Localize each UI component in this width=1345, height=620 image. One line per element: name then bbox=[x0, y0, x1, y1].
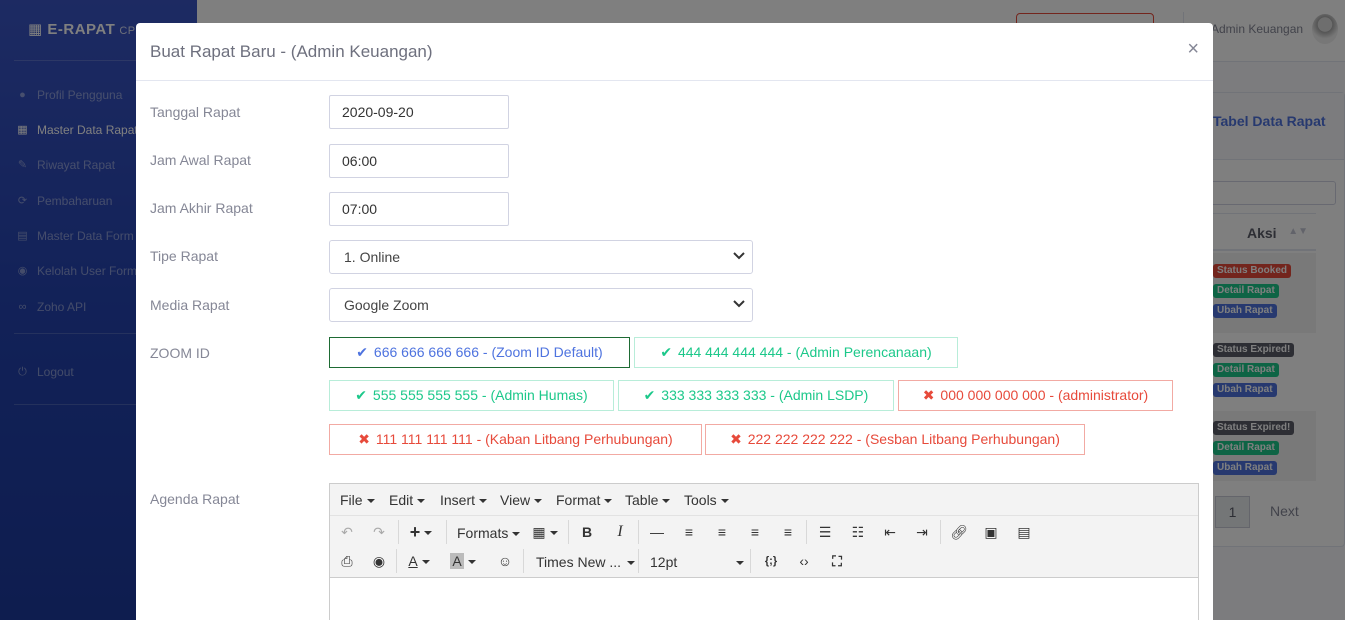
tanggal-rapat-input[interactable]: 2020-09-20 bbox=[329, 95, 509, 129]
align-right-icon[interactable]: ≡ bbox=[744, 521, 766, 543]
modal-header: Buat Rapat Baru - (Admin Keuangan) × bbox=[136, 23, 1213, 81]
cross-icon: ✖ bbox=[922, 387, 935, 403]
toolbar-separator bbox=[638, 549, 639, 573]
outdent-icon[interactable]: ⇤ bbox=[879, 521, 901, 543]
close-icon[interactable]: × bbox=[1187, 38, 1199, 61]
redo-icon[interactable]: ↷ bbox=[368, 521, 390, 543]
toolbar-separator bbox=[940, 520, 941, 544]
preview-eye-icon[interactable]: ◉ bbox=[368, 550, 390, 572]
check-icon: ✔ bbox=[355, 387, 368, 403]
editor-toolbar: ↶ ↷ + Formats ▦ B I — ≡ ≡ ≡ ≡ ☰ ☷ ⇤ ⇥ 🔗︎… bbox=[330, 516, 1198, 578]
numbered-list-icon[interactable]: ☷ bbox=[847, 521, 869, 543]
zoom-id-option-default[interactable]: ✔ 666 666 666 666 - (Zoom ID Default) bbox=[329, 337, 630, 368]
link-icon[interactable]: 🔗︎ bbox=[948, 521, 970, 543]
toolbar-separator bbox=[806, 520, 807, 544]
bold-icon[interactable]: B bbox=[576, 521, 598, 543]
jam-akhir-label: Jam Akhir Rapat bbox=[150, 200, 253, 216]
menu-insert[interactable]: Insert bbox=[440, 492, 487, 508]
bullet-list-icon[interactable]: ☰ bbox=[814, 521, 836, 543]
toolbar-separator bbox=[398, 520, 399, 544]
chevron-down-icon bbox=[733, 252, 745, 260]
horizontal-line-icon[interactable]: — bbox=[646, 521, 668, 543]
media-icon[interactable]: ▤ bbox=[1013, 521, 1035, 543]
background-color-icon[interactable]: A bbox=[448, 550, 478, 572]
zoom-id-option-perencanaan[interactable]: ✔ 444 444 444 444 - (Admin Perencanaan) bbox=[634, 337, 958, 368]
text-color-icon[interactable]: A bbox=[404, 550, 434, 572]
menu-table[interactable]: Table bbox=[625, 492, 670, 508]
cross-icon: ✖ bbox=[358, 431, 370, 447]
emoticon-icon[interactable]: ☺ bbox=[494, 550, 516, 572]
zoom-id-option-humas[interactable]: ✔ 555 555 555 555 - (Admin Humas) bbox=[329, 380, 614, 411]
zoom-id-option-administrator[interactable]: ✖ 000 000 000 000 - (administrator) bbox=[898, 380, 1173, 411]
source-code-icon[interactable]: ‹› bbox=[793, 550, 815, 572]
zoom-id-option-lsdp[interactable]: ✔ 333 333 333 333 - (Admin LSDP) bbox=[618, 380, 894, 411]
check-icon: ✔ bbox=[643, 387, 656, 403]
toolbar-separator bbox=[568, 520, 569, 544]
fullscreen-icon[interactable]: ⛶ bbox=[826, 550, 848, 572]
font-family-select[interactable]: Times New ... bbox=[536, 554, 636, 570]
toolbar-separator bbox=[638, 520, 639, 544]
indent-icon[interactable]: ⇥ bbox=[911, 521, 933, 543]
formats-dropdown[interactable]: Formats bbox=[457, 525, 521, 541]
print-icon[interactable]: ⎙ bbox=[336, 550, 358, 572]
toolbar-separator bbox=[396, 549, 397, 573]
font-size-select[interactable]: 12pt bbox=[650, 554, 744, 570]
create-meeting-modal: Buat Rapat Baru - (Admin Keuangan) × Tan… bbox=[136, 23, 1213, 620]
jam-awal-label: Jam Awal Rapat bbox=[150, 152, 251, 168]
zoom-id-label: ZOOM ID bbox=[150, 345, 210, 361]
menu-file[interactable]: File bbox=[340, 492, 375, 508]
zoom-id-option-kaban[interactable]: ✖ 111 111 111 111 - (Kaban Litbang Perhu… bbox=[329, 424, 702, 455]
image-icon[interactable]: ▣ bbox=[980, 521, 1002, 543]
align-center-icon[interactable]: ≡ bbox=[711, 521, 733, 543]
undo-icon[interactable]: ↶ bbox=[336, 521, 358, 543]
align-justify-icon[interactable]: ≡ bbox=[777, 521, 799, 543]
menu-format[interactable]: Format bbox=[556, 492, 612, 508]
table-icon[interactable]: ▦ bbox=[530, 521, 560, 543]
check-icon: ✔ bbox=[356, 344, 369, 360]
zoom-id-option-sesban[interactable]: ✖ 222 222 222 222 - (Sesban Litbang Perh… bbox=[705, 424, 1085, 455]
jam-akhir-input[interactable]: 07:00 bbox=[329, 192, 509, 226]
toolbar-separator bbox=[446, 520, 447, 544]
chevron-down-icon bbox=[733, 300, 745, 308]
toolbar-separator bbox=[523, 549, 524, 573]
tipe-rapat-select[interactable]: 1. Online bbox=[329, 240, 753, 274]
media-rapat-label: Media Rapat bbox=[150, 297, 230, 313]
italic-icon[interactable]: I bbox=[609, 521, 631, 543]
modal-title: Buat Rapat Baru - (Admin Keuangan) bbox=[150, 42, 433, 61]
agenda-rich-text-editor: File Edit Insert View Format Table Tools… bbox=[329, 483, 1199, 620]
agenda-rapat-label: Agenda Rapat bbox=[150, 491, 240, 507]
align-left-icon[interactable]: ≡ bbox=[678, 521, 700, 543]
tanggal-rapat-label: Tanggal Rapat bbox=[150, 104, 241, 120]
menu-tools[interactable]: Tools bbox=[684, 492, 729, 508]
media-rapat-select[interactable]: Google Zoom bbox=[329, 288, 753, 322]
menu-edit[interactable]: Edit bbox=[389, 492, 425, 508]
insert-plus-icon[interactable]: + bbox=[406, 521, 436, 543]
toolbar-separator bbox=[750, 549, 751, 573]
menu-view[interactable]: View bbox=[500, 492, 542, 508]
check-icon: ✔ bbox=[660, 344, 673, 360]
editor-content-area[interactable] bbox=[330, 578, 1198, 620]
cross-icon: ✖ bbox=[730, 431, 742, 447]
jam-awal-input[interactable]: 06:00 bbox=[329, 144, 509, 178]
code-sample-icon[interactable]: {;} bbox=[760, 550, 782, 572]
tipe-rapat-label: Tipe Rapat bbox=[150, 248, 218, 264]
editor-menubar: File Edit Insert View Format Table Tools bbox=[330, 484, 1198, 516]
